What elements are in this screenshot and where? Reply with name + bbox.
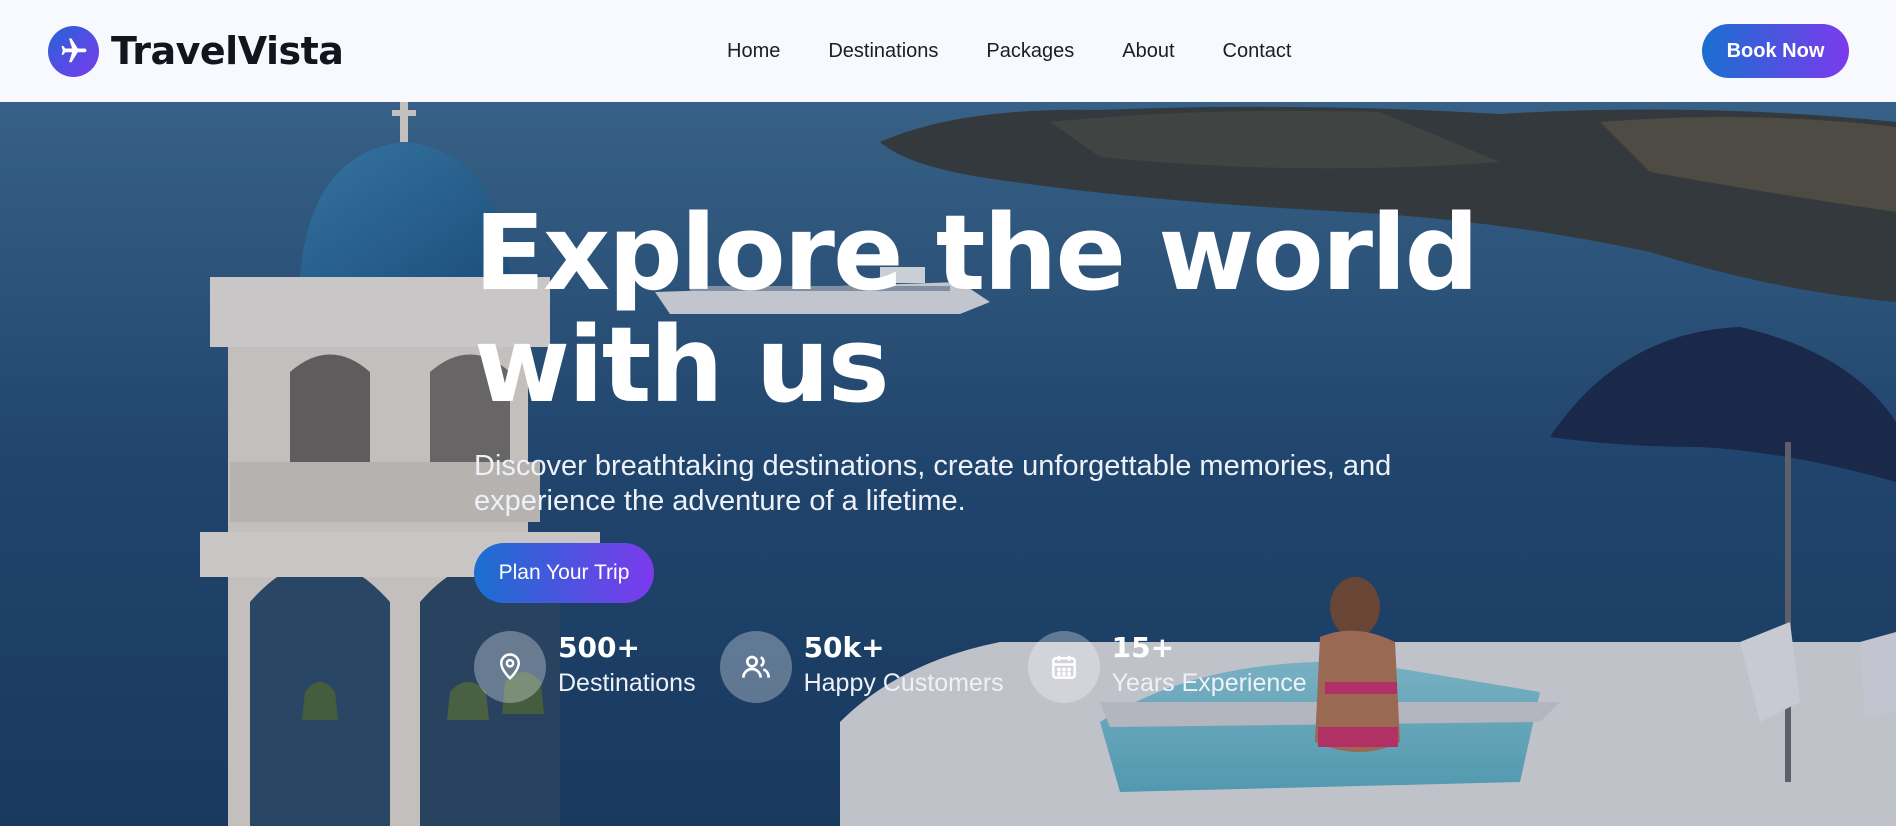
stat-experience: 15+ Years Experience	[1027, 631, 1307, 703]
stat-value: 500+	[558, 631, 640, 664]
plan-trip-button[interactable]: Plan Your Trip	[474, 543, 654, 603]
main-nav: Home Destinations Packages About Contact	[727, 38, 1339, 64]
hero-subtitle: Discover breathtaking destinations, crea…	[474, 450, 1392, 517]
stat-label: Years Experience	[1111, 669, 1307, 697]
hero-title-line2: with us	[474, 304, 890, 426]
stat-label: Happy Customers	[803, 669, 1004, 697]
nav-home[interactable]: Home	[727, 38, 780, 64]
stat-label: Destinations	[558, 669, 696, 697]
airplane-icon	[48, 25, 99, 77]
location-pin-icon	[474, 631, 546, 703]
brand-name: TravelVista	[111, 29, 344, 73]
nav-contact[interactable]: Contact	[1223, 38, 1292, 64]
nav-packages[interactable]: Packages	[986, 38, 1074, 64]
stat-value: 15+	[1111, 631, 1175, 664]
stat-value: 50k+	[803, 631, 885, 664]
users-icon	[719, 631, 792, 703]
nav-about[interactable]: About	[1122, 38, 1174, 64]
site-header: TravelVista Home Destinations Packages A…	[0, 0, 1896, 102]
hero-content: Explore the world with us Discover breat…	[474, 192, 1479, 603]
book-now-button[interactable]: Book Now	[1702, 24, 1849, 78]
nav-destinations[interactable]: Destinations	[828, 38, 938, 64]
calendar-icon	[1027, 631, 1100, 703]
stat-destinations: 500+ Destinations	[474, 631, 696, 703]
stat-customers: 50k+ Happy Customers	[719, 631, 1004, 703]
stats-row: 500+ Destinations 50k+ Happy Customers 1…	[474, 631, 1331, 703]
brand-logo[interactable]: TravelVista	[48, 25, 344, 77]
hero-title-line1: Explore the world	[474, 192, 1479, 314]
hero-title: Explore the world with us	[474, 192, 1479, 426]
hero-section: Explore the world with us Discover breat…	[0, 102, 1896, 826]
